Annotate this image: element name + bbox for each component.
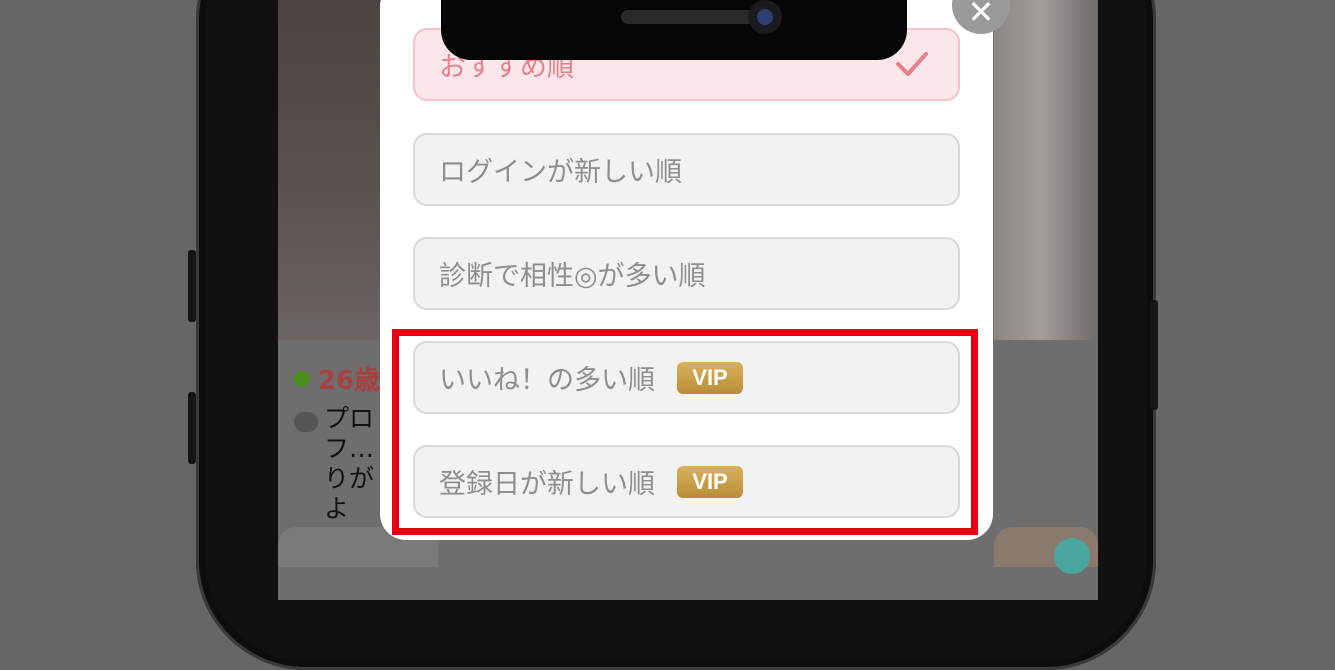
profile-age-row: 26歳 xyxy=(294,360,380,397)
speech-bubble-icon xyxy=(294,412,318,432)
profile-message-row: プロフ…りがよ xyxy=(294,404,384,524)
close-icon: ✕ xyxy=(967,0,995,31)
vip-badge: VIP xyxy=(677,361,743,394)
phone-side-button xyxy=(188,250,196,322)
vip-badge: VIP xyxy=(677,465,743,498)
sort-option-label: 診断で相性◎が多い順 xyxy=(439,261,706,292)
action-icon[interactable] xyxy=(1054,538,1090,574)
phone-notch xyxy=(441,0,907,60)
profile-photo[interactable] xyxy=(994,0,1098,340)
profile-message-text: プロフ…りがよ xyxy=(324,404,375,523)
phone-speaker xyxy=(621,10,755,24)
sort-option-likes[interactable]: いいね！の多い順 VIP xyxy=(413,341,960,414)
camera-icon xyxy=(748,0,782,34)
sort-option-label: 登録日が新しい順 xyxy=(439,469,655,500)
check-icon xyxy=(896,52,928,76)
online-status-icon xyxy=(294,370,310,387)
sort-option-label: いいね！の多い順 xyxy=(439,365,655,396)
sort-option-registration[interactable]: 登録日が新しい順 VIP xyxy=(413,445,960,518)
sort-option-compatibility[interactable]: 診断で相性◎が多い順 xyxy=(413,237,960,310)
phone-side-button xyxy=(188,392,196,464)
sort-option-login[interactable]: ログインが新しい順 xyxy=(413,133,960,206)
sort-option-label: ログインが新しい順 xyxy=(439,157,682,188)
phone-side-button xyxy=(1150,300,1158,410)
profile-age: 26歳 xyxy=(318,366,381,396)
